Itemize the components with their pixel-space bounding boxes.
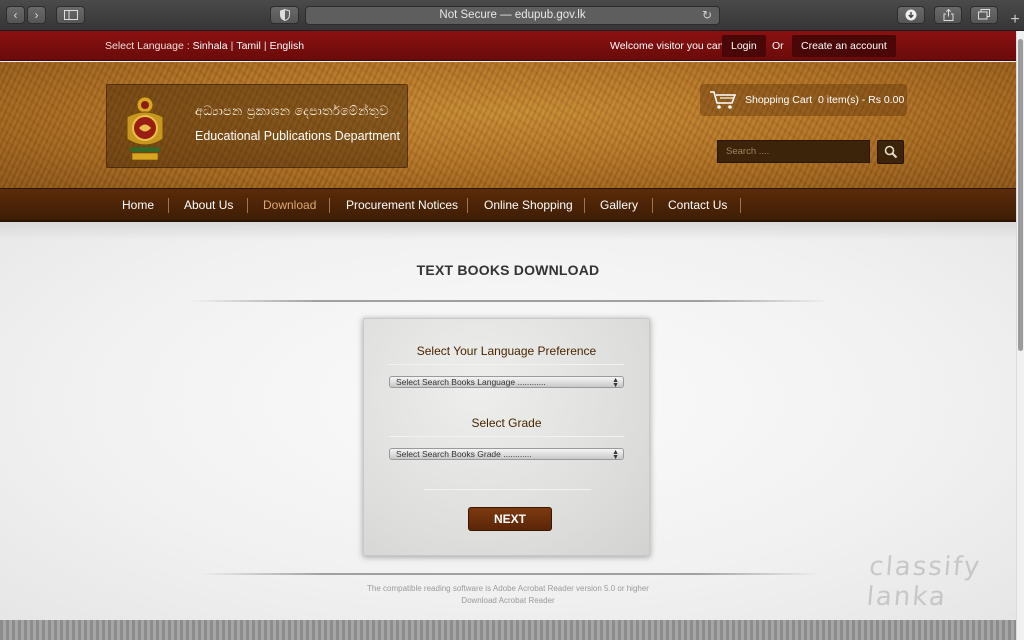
utility-bar: Select Language : Sinhala | Tamil | English … (0, 31, 1016, 61)
nav-divider (329, 198, 330, 213)
grade-select-value: Select Search Books Grade ............ (396, 449, 532, 459)
new-tab-button[interactable]: + (1006, 10, 1024, 31)
cart-icon (710, 91, 737, 109)
panel-divider (424, 489, 591, 490)
share-button[interactable] (934, 6, 962, 24)
english-site-title: Educational Publications Department (195, 129, 400, 143)
address-bar[interactable]: Not Secure — edupub.gov.lk ↻ (305, 6, 720, 25)
privacy-shield-button[interactable] (270, 6, 299, 24)
search-button[interactable] (877, 140, 904, 164)
site-header: අධ්‍යාපන ප්‍රකාශන දෙපාර්තමේන්තුව Educati… (0, 62, 1016, 188)
panel-divider (389, 364, 624, 365)
tabs-overview-button[interactable] (970, 6, 998, 24)
url-text: Not Secure — edupub.gov.lk (439, 9, 586, 21)
scrollbar-thumb[interactable] (1018, 39, 1023, 351)
nav-contact-us[interactable]: Contact Us (668, 198, 727, 212)
sri-lanka-emblem-icon (126, 96, 164, 161)
language-tamil-link[interactable]: Tamil (236, 40, 261, 52)
site-logo[interactable]: අධ්‍යාපන ප්‍රකාශන දෙපාර්තමේන්තුව Educati… (106, 84, 408, 168)
select-arrows-icon: ▲ ▼ (612, 377, 619, 389)
grade-select[interactable]: Select Search Books Grade ............ ▲… (389, 448, 624, 461)
nav-procurement-notices[interactable]: Procurement Notices (346, 198, 458, 212)
language-separator: | (263, 40, 267, 52)
or-text: Or (772, 40, 784, 52)
nav-download[interactable]: Download (263, 198, 316, 212)
footer-divider (200, 573, 820, 575)
downloads-button[interactable] (897, 6, 925, 24)
select-arrows-icon: ▲ ▼ (612, 449, 619, 461)
nav-divider (168, 198, 169, 213)
nav-divider (652, 198, 653, 213)
tabs-icon (978, 9, 990, 20)
sinhala-site-title: අධ්‍යාපන ප්‍රකාශන දෙපාර්තමේන්තුව (195, 103, 389, 118)
language-english-link[interactable]: English (270, 40, 304, 52)
welcome-text: Welcome visitor you can (610, 40, 724, 52)
plus-icon: + (1010, 11, 1020, 28)
nav-divider (740, 198, 741, 213)
shopping-cart[interactable]: Shopping Cart 0 item(s) - Rs 0.00 (700, 84, 907, 116)
page-title: TEXT BOOKS DOWNLOAD (416, 262, 600, 278)
cart-summary: 0 item(s) - Rs 0.00 (818, 94, 905, 106)
language-sinhala-link[interactable]: Sinhala (193, 40, 228, 52)
sidebar-toggle-button[interactable] (56, 6, 85, 24)
watermark-logo: classify lanka (865, 552, 983, 612)
title-divider (190, 300, 830, 302)
sidebar-icon (63, 10, 78, 20)
reader-compatibility-note: The compatible reading software is Adobe… (367, 584, 649, 593)
search-input[interactable] (717, 140, 870, 163)
language-preference-label: Select Your Language Preference (416, 344, 597, 358)
forward-button[interactable]: › (27, 6, 46, 24)
content-shadow (0, 222, 1016, 240)
reload-icon[interactable]: ↻ (702, 7, 712, 24)
login-button[interactable]: Login (722, 35, 766, 57)
language-selector: Select Language : Sinhala | Tamil | English (105, 40, 304, 52)
nav-about-us[interactable]: About Us (184, 198, 233, 212)
panel-divider (389, 436, 624, 437)
language-select[interactable]: Select Search Books Language ...........… (389, 376, 624, 389)
search-icon (884, 145, 898, 159)
nav-online-shopping[interactable]: Online Shopping (484, 198, 573, 212)
next-button[interactable]: NEXT (468, 507, 552, 531)
download-acrobat-link[interactable]: Download Acrobat Reader (0, 596, 1016, 605)
nav-divider (467, 198, 468, 213)
share-icon (943, 8, 953, 21)
create-account-button[interactable]: Create an account (792, 35, 896, 57)
language-separator: | (230, 40, 234, 52)
language-label: Select Language : (105, 40, 190, 52)
main-content: TEXT BOOKS DOWNLOAD Select Your Language… (0, 222, 1016, 620)
shield-icon (279, 8, 290, 22)
download-form-panel: Select Your Language Preference Select S… (363, 318, 650, 556)
nav-gallery[interactable]: Gallery (600, 198, 638, 212)
nav-divider (584, 198, 585, 213)
cart-label: Shopping Cart (745, 94, 813, 106)
nav-divider (247, 198, 248, 213)
language-select-value: Select Search Books Language ...........… (396, 377, 546, 387)
download-icon (905, 9, 917, 21)
grade-label: Select Grade (471, 416, 542, 430)
main-navigation: Home About Us Download Procurement Notic… (0, 188, 1016, 222)
browser-toolbar: ‹ › Not Secure — edupub.gov.lk ↻ + (0, 0, 1024, 31)
nav-home[interactable]: Home (122, 198, 154, 212)
back-button[interactable]: ‹ (6, 6, 25, 24)
footer-texture (0, 620, 1016, 640)
page-scrollbar[interactable] (1016, 31, 1024, 640)
